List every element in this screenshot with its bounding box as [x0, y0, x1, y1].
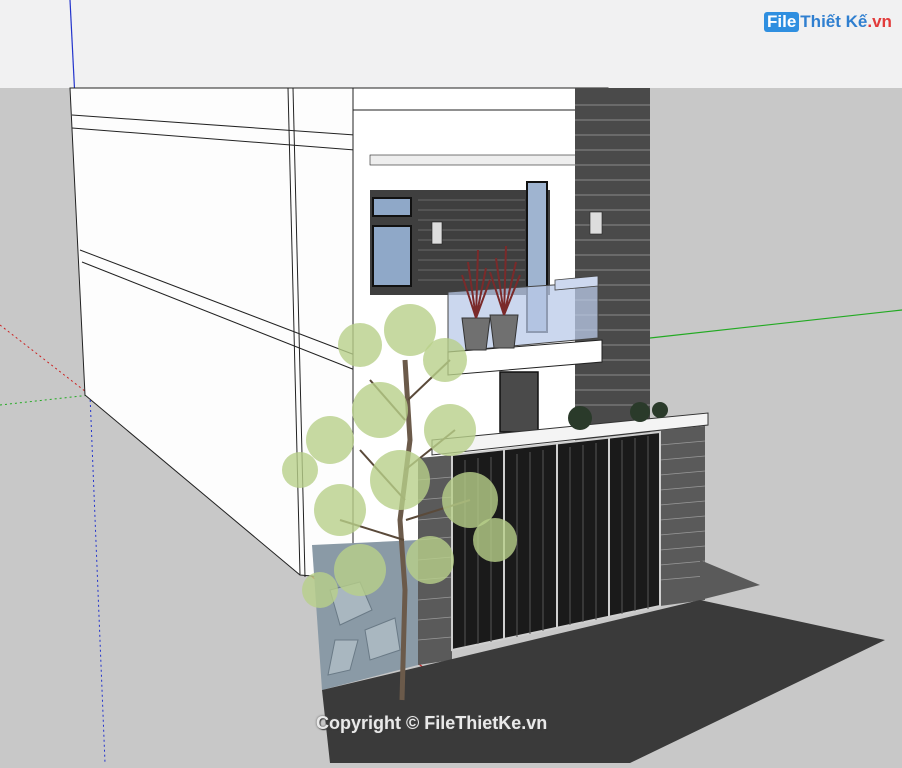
copyright-watermark: Copyright © FileThietKe.vn — [316, 713, 548, 733]
watermark-logo: File Thiết Kế.vn — [764, 12, 892, 32]
logo-suffix-text: .vn — [867, 12, 892, 31]
logo-file-text: File — [764, 12, 800, 32]
window-left — [372, 225, 412, 287]
window-top — [372, 197, 412, 217]
roof-cap — [352, 87, 606, 111]
logo-brand-text: Thiết Kế — [800, 12, 868, 31]
lower-window — [499, 371, 539, 433]
scene-canvas[interactable] — [0, 0, 902, 764]
model-viewport[interactable]: File Thiết Kế.vn Copyright © FileThietKe.… — [0, 0, 902, 764]
